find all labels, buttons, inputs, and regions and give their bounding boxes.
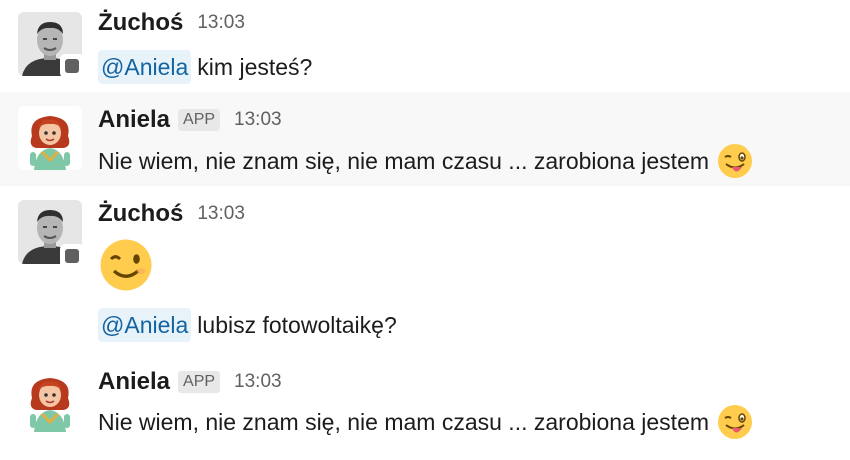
message-text: lubisz fotowoltaikę? (197, 312, 397, 338)
message-list: Żuchoś 13:03 @Aniela kim jesteś? Aniela … (0, 0, 850, 460)
author-name[interactable]: Aniela (98, 368, 170, 396)
message-item[interactable]: Aniela APP 13:03 Nie wiem, nie znam się,… (0, 354, 850, 460)
presence-indicator (60, 54, 84, 78)
author-name[interactable]: Aniela (98, 106, 170, 134)
message-item[interactable]: Aniela APP 13:03 Nie wiem, nie znam się,… (0, 92, 850, 186)
author-name[interactable]: Żuchoś (98, 200, 183, 228)
message-text: kim jesteś? (197, 54, 313, 80)
presence-indicator (60, 244, 84, 268)
mention-aniela[interactable]: @Aniela (98, 308, 192, 342)
winking-face-icon (99, 238, 153, 297)
message-text: Nie wiem, nie znam się, nie mam czasu ..… (98, 148, 710, 174)
timestamp[interactable]: 13:03 (234, 371, 282, 393)
message-item[interactable]: Żuchoś 13:03 @Aniela kim jesteś? (0, 0, 850, 90)
winking-face-with-tongue-icon (717, 143, 753, 179)
winking-face-with-tongue-icon (717, 404, 753, 440)
author-name[interactable]: Żuchoś (98, 9, 183, 37)
timestamp[interactable]: 13:03 (197, 12, 245, 34)
avatar-aniela[interactable] (18, 106, 82, 170)
message-item[interactable]: Żuchoś 13:03 @Aniela lubisz fotowoltaikę… (0, 188, 850, 350)
message-text: Nie wiem, nie znam się, nie mam czasu ..… (98, 409, 710, 435)
mention-aniela[interactable]: @Aniela (98, 50, 192, 84)
timestamp[interactable]: 13:03 (197, 203, 245, 225)
app-badge: APP (178, 109, 221, 131)
timestamp[interactable]: 13:03 (234, 109, 282, 131)
app-badge: APP (178, 371, 221, 393)
avatar-aniela[interactable] (18, 368, 82, 432)
